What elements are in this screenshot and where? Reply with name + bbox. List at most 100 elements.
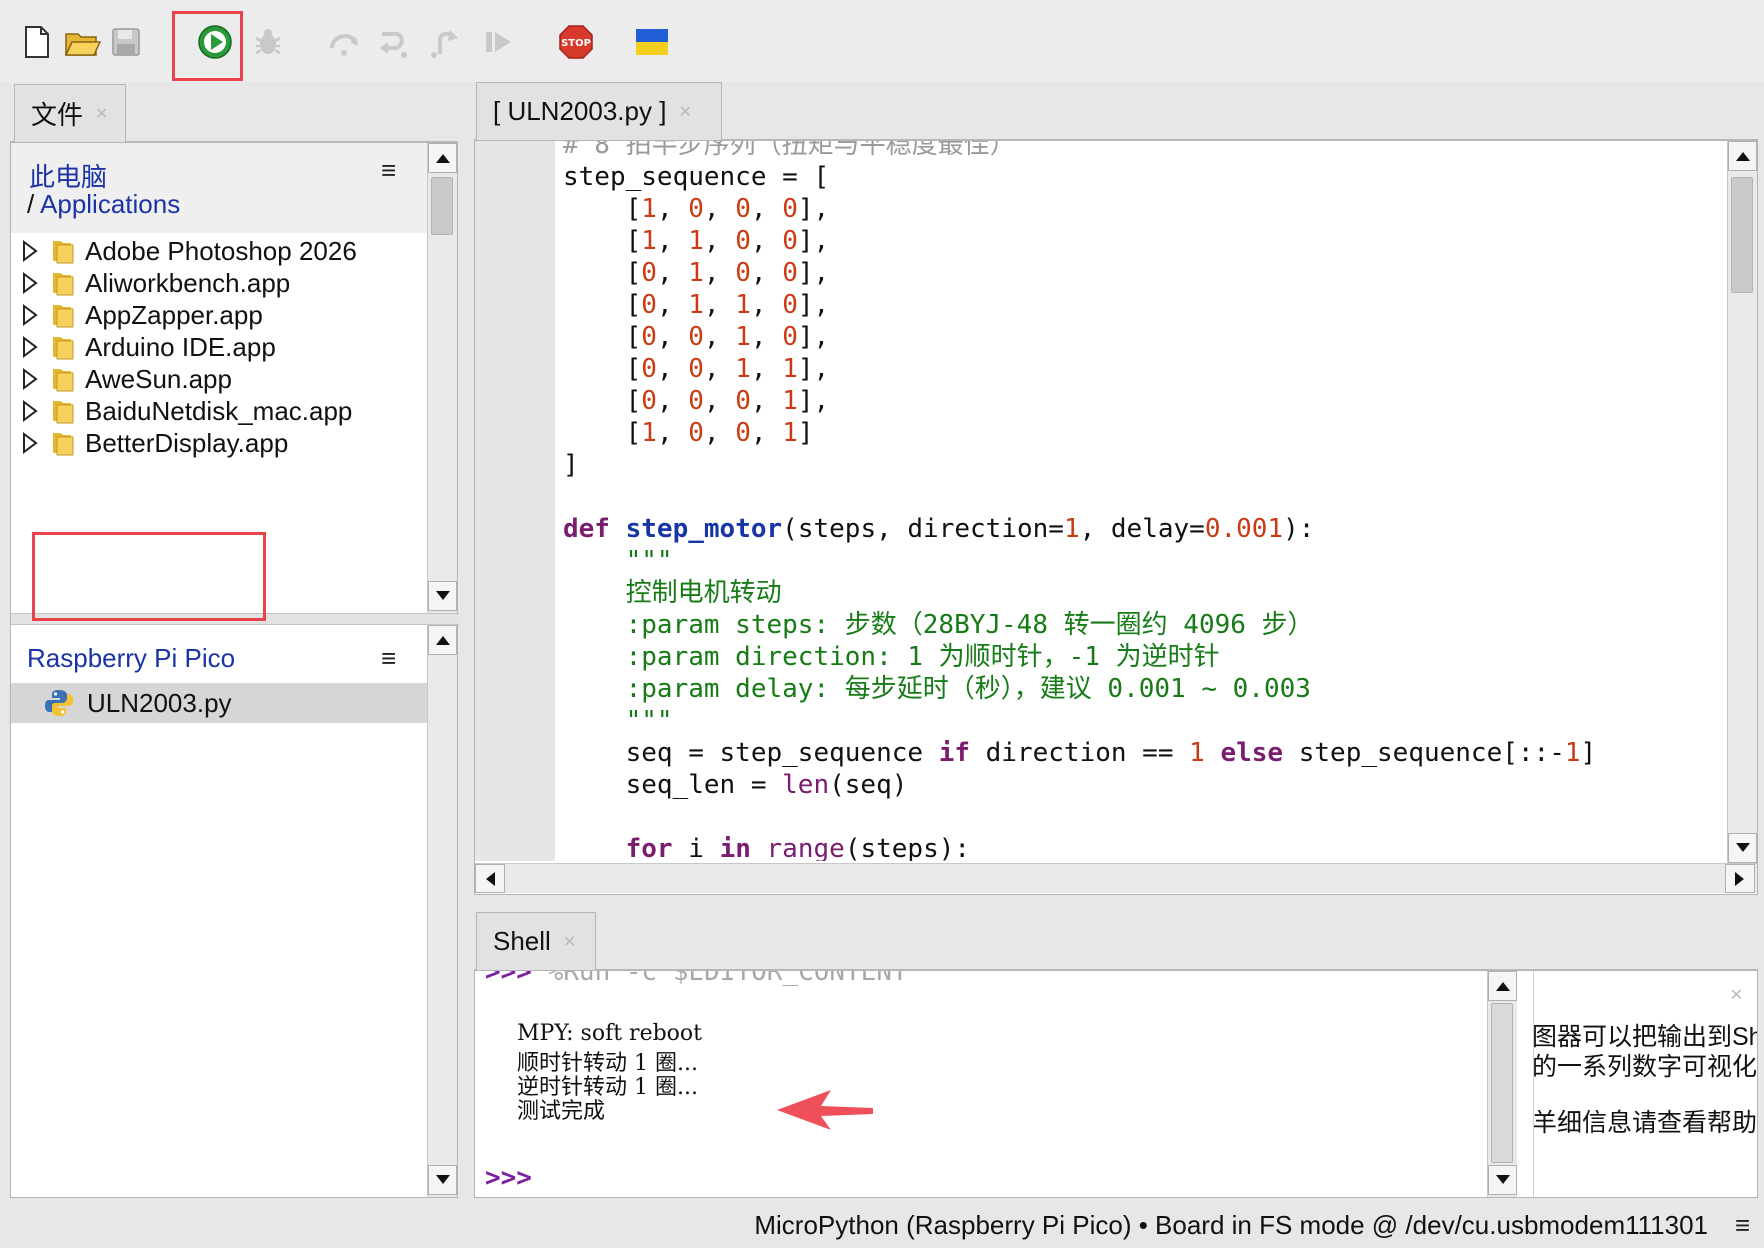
code-line: ]: [563, 450, 579, 480]
red-arrow-annotation: [777, 1090, 873, 1130]
expand-arrow-icon[interactable]: [21, 303, 41, 327]
pico-title[interactable]: Raspberry Pi Pico: [27, 643, 235, 674]
computer-path: / Applications: [27, 189, 180, 220]
hamburger-menu-icon[interactable]: ≡: [381, 643, 396, 674]
scroll-right-button[interactable]: [1725, 864, 1755, 893]
tree-item[interactable]: Arduino IDE.app: [11, 329, 427, 365]
folder-icon: [53, 401, 74, 424]
editor-hscrollbar[interactable]: [475, 863, 1757, 893]
shell-input-line[interactable]: >>>: [485, 1163, 532, 1193]
tree-item[interactable]: BaiduNetdisk_mac.app: [11, 393, 427, 429]
code-line: seq = step_sequence if direction == 1 el…: [563, 738, 1597, 768]
tree-item[interactable]: AweSun.app: [11, 361, 427, 397]
shell-panel[interactable]: >>> %Run -c $EDITOR_CONTENT MPY: soft re…: [474, 970, 1758, 1198]
tab-shell-label: Shell: [493, 926, 551, 956]
scroll-up-button[interactable]: [428, 625, 457, 655]
tree-item[interactable]: Adobe Photoshop 2026: [11, 233, 427, 269]
folder-icon: [53, 369, 74, 392]
close-icon[interactable]: ✕: [563, 932, 576, 952]
editor-tabbar: [ ULN2003.py ] ✕: [474, 82, 1758, 140]
expand-arrow-icon[interactable]: [21, 335, 41, 359]
new-file-icon[interactable]: [14, 20, 58, 64]
tree-item-label: Arduino IDE.app: [85, 331, 276, 362]
code-line: :param steps: 步数（28BYJ-48 转一圈约 4096 步）: [563, 610, 1314, 640]
scroll-up-button[interactable]: [428, 143, 457, 173]
code-text-area[interactable]: # 8 拍半步序列（扭矩与平稳度最佳） step_sequence = [ [1,…: [555, 141, 1727, 861]
ukraine-flag-icon[interactable]: [630, 20, 674, 64]
code-line: # 8 拍半步序列（扭矩与平稳度最佳）: [563, 141, 1016, 160]
stop-label: STOP: [561, 38, 591, 49]
code-line: """: [563, 546, 673, 576]
code-line: [0, 0, 1, 1],: [563, 354, 830, 384]
shell-command-line: >>> %Run -c $EDITOR_CONTENT: [485, 971, 908, 987]
scroll-left-button[interactable]: [475, 864, 505, 893]
hamburger-menu-icon[interactable]: ≡: [381, 155, 396, 186]
save-icon[interactable]: [104, 20, 148, 64]
shell-output[interactable]: >>> %Run -c $EDITOR_CONTENT MPY: soft re…: [475, 971, 1487, 1197]
scroll-thumb[interactable]: [431, 177, 453, 235]
code-line: [0, 1, 0, 0],: [563, 258, 830, 288]
expand-arrow-icon[interactable]: [21, 431, 41, 455]
code-line: seq_len = len(seq): [563, 770, 908, 800]
tree-item[interactable]: AppZapper.app: [11, 297, 427, 333]
step-into-icon[interactable]: [372, 20, 416, 64]
scroll-thumb[interactable]: [1731, 177, 1753, 293]
step-over-icon[interactable]: [322, 20, 366, 64]
interpreter-status[interactable]: MicroPython (Raspberry Pi Pico) • Board …: [754, 1210, 1708, 1241]
folder-icon: [53, 241, 74, 264]
tree-item[interactable]: Aliworkbench.app: [11, 265, 427, 301]
expand-arrow-icon[interactable]: [21, 367, 41, 391]
path-separator: /: [27, 189, 41, 219]
expand-arrow-icon[interactable]: [21, 399, 41, 423]
close-icon[interactable]: ✕: [95, 104, 108, 124]
editor-vscrollbar[interactable]: [1727, 141, 1757, 865]
tab-files-label: 文件: [31, 100, 84, 130]
scroll-up-button[interactable]: [1728, 141, 1757, 171]
folder-icon: [53, 433, 74, 456]
open-folder-icon[interactable]: [60, 20, 104, 64]
close-icon[interactable]: ✕: [1730, 985, 1743, 1005]
shell-scrollbar[interactable]: [1487, 971, 1517, 1197]
computer-section-header: 此电脑 / Applications ≡: [11, 143, 427, 233]
stop-icon[interactable]: STOP: [554, 20, 598, 64]
scroll-up-button[interactable]: [1488, 971, 1517, 1001]
code-line: :param delay: 每步延时（秒），建议 0.001 ~ 0.003: [563, 674, 1311, 704]
debug-icon[interactable]: [246, 20, 290, 64]
tree-item-label: AweSun.app: [85, 363, 232, 394]
tree-item-label: AppZapper.app: [85, 299, 263, 330]
expand-arrow-icon[interactable]: [21, 239, 41, 263]
code-line: :param direction: 1 为顺时针，-1 为逆时针: [563, 642, 1220, 672]
folder-icon: [53, 337, 74, 360]
folder-icon: [53, 305, 74, 328]
shell-output-line: MPY: soft reboot: [517, 1021, 703, 1046]
tab-files[interactable]: 文件 ✕: [14, 84, 126, 142]
scroll-thumb[interactable]: [1491, 1003, 1513, 1163]
scroll-down-button[interactable]: [1488, 1165, 1517, 1195]
files-panel: 此电脑 / Applications ≡ Adobe Photoshop 202…: [10, 142, 459, 1198]
close-icon[interactable]: ✕: [678, 102, 691, 122]
tab-uln2003[interactable]: [ ULN2003.py ] ✕: [476, 82, 722, 140]
path-applications[interactable]: Applications: [40, 189, 180, 219]
scroll-down-button[interactable]: [1728, 833, 1757, 863]
step-out-icon[interactable]: [424, 20, 468, 64]
pico-file-highlight: [32, 532, 266, 621]
pico-file-item[interactable]: ULN2003.py: [11, 683, 427, 723]
computer-scrollbar[interactable]: [427, 143, 457, 613]
tab-editor-label: [ ULN2003.py ]: [493, 96, 667, 126]
status-menu-icon[interactable]: ≡: [1735, 1210, 1750, 1241]
scroll-down-button[interactable]: [428, 581, 457, 611]
pico-scrollbar[interactable]: [427, 625, 457, 1197]
pico-file-label: ULN2003.py: [87, 687, 232, 718]
code-line: step_sequence = [: [563, 162, 830, 192]
status-bar: MicroPython (Raspberry Pi Pico) • Board …: [0, 1204, 1764, 1248]
expand-arrow-icon[interactable]: [21, 271, 41, 295]
tree-item-label: BaiduNetdisk_mac.app: [85, 395, 353, 426]
resume-icon[interactable]: [476, 20, 520, 64]
tree-item[interactable]: BetterDisplay.app: [11, 425, 427, 461]
scroll-down-button[interactable]: [428, 1165, 457, 1195]
code-editor[interactable]: 12 13 14 15 16 17 18 19 20 21 22 23 24 2…: [474, 140, 1758, 895]
toolbar: STOP: [0, 0, 1764, 82]
code-line: [0, 0, 0, 1],: [563, 386, 830, 416]
tree-item-label: BetterDisplay.app: [85, 427, 289, 458]
tab-shell[interactable]: Shell ✕: [476, 912, 596, 970]
